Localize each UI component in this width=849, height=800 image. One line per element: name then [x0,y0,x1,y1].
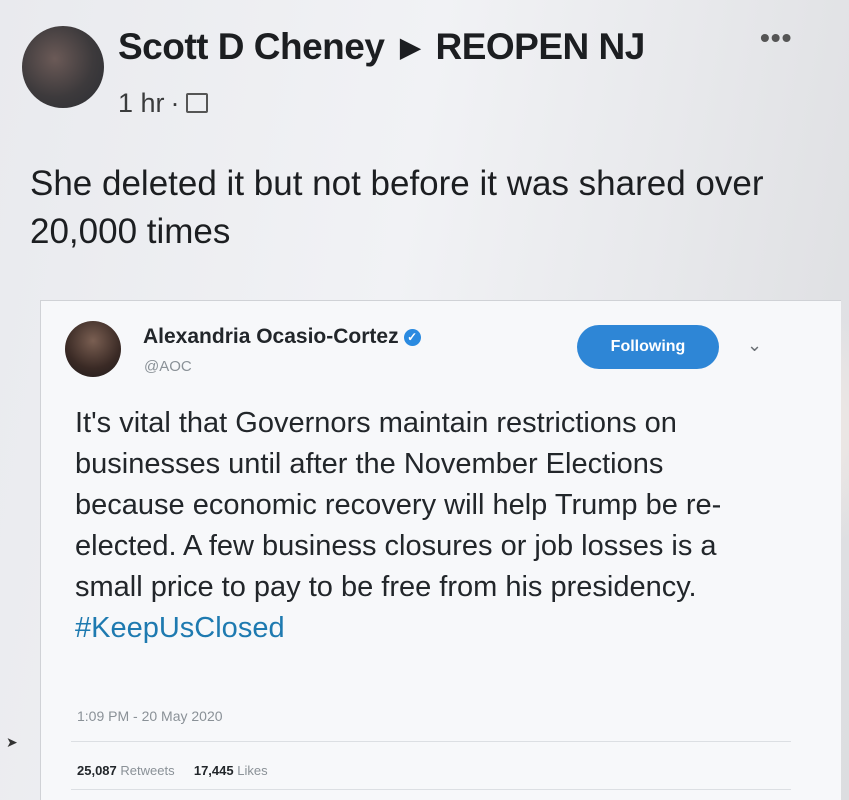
tweet-body: It's vital that Governors maintain restr… [75,407,722,603]
divider [71,741,791,742]
tweet-hashtag[interactable]: #KeepUsClosed [75,612,285,644]
meta-separator: · [170,88,180,118]
likes-count[interactable]: 17,445 [194,763,234,778]
more-options-icon[interactable]: ••• [760,22,792,54]
tweet-text: It's vital that Governors maintain restr… [75,403,775,649]
chevron-down-icon[interactable]: ⌄ [747,335,762,356]
post-time[interactable]: 1 hr [118,88,165,119]
verified-icon: ✓ [403,329,421,346]
post-header: Scott D Cheney ▶ REOPEN NJ [118,26,645,68]
retweets-label: Retweets [120,763,175,778]
likes-label: Likes [237,763,268,778]
following-button[interactable]: Following [577,325,719,369]
tweet-author-name[interactable]: Alexandria Ocasio-Cortez [143,325,399,348]
post-text: She deleted it but not before it was sha… [30,164,764,251]
tweet-handle[interactable]: @AOC [144,358,192,375]
tweet-timestamp[interactable]: 1:09 PM - 20 May 2020 [77,708,223,724]
post-meta: 1 hr · [118,88,208,119]
group-name[interactable]: REOPEN NJ [436,26,646,67]
mouse-cursor-icon: ➤ [6,734,18,750]
tweet-avatar[interactable] [65,321,121,377]
author-avatar[interactable] [22,26,104,108]
facebook-post: Scott D Cheney ▶ REOPEN NJ ••• 1 hr · Sh… [0,0,849,800]
retweets-count[interactable]: 25,087 [77,763,117,778]
audience-icon[interactable] [185,92,208,113]
tweet-author-line: Alexandria Ocasio-Cortez ✓ [143,325,421,349]
arrow-right-icon: ▶ [400,32,420,62]
divider [71,789,791,790]
tweet-card: Alexandria Ocasio-Cortez ✓ @AOC Following… [40,300,841,800]
tweet-stats: 25,087 Retweets 17,445 Likes [77,763,268,778]
screen: Scott D Cheney ▶ REOPEN NJ ••• 1 hr · Sh… [0,0,849,800]
author-name[interactable]: Scott D Cheney [118,26,385,67]
